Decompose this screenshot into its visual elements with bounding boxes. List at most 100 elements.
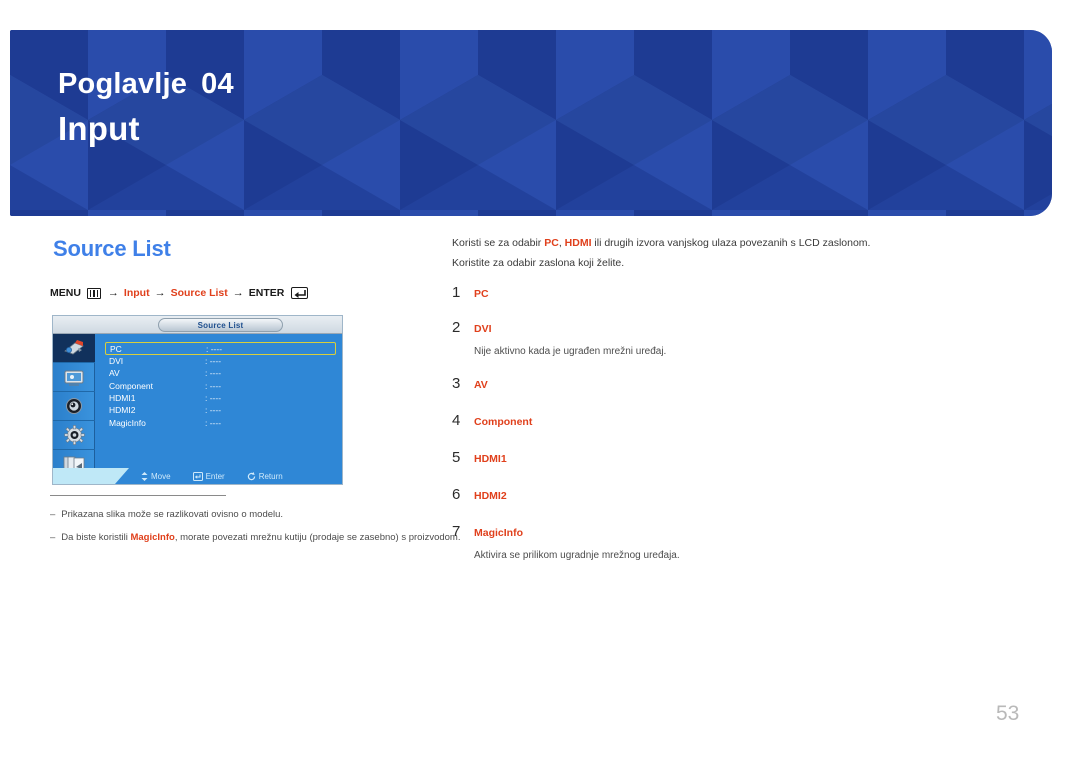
osd-hint-return: Return (247, 471, 283, 481)
osd-row-value: : ---- (205, 417, 222, 428)
input-source-icon (63, 339, 85, 357)
footnote-text: Prikazana slika može se razlikovati ovis… (61, 509, 284, 520)
list-item: 4 Component (452, 410, 1012, 433)
list-item: 7 MagicInfo (452, 521, 1012, 544)
osd-row-label: HDMI2 (109, 405, 136, 416)
footnote-text: Da biste koristili MagicInfo, morate pov… (61, 532, 460, 543)
list-item-description: Aktivira se prilikom ugradnje mrežnog ur… (474, 550, 680, 561)
list-item-number: 4 (452, 412, 461, 429)
osd-row[interactable]: HDMI2 : ---- (105, 404, 336, 416)
osd-title: Source List (158, 318, 283, 332)
osd-row-label: PC (110, 343, 122, 354)
osd-titlebar: Source List (53, 316, 342, 334)
osd-row[interactable]: HDMI1 : ---- (105, 392, 336, 404)
footnote-divider (50, 495, 226, 496)
list-item-label: MagicInfo (474, 527, 523, 539)
menu-bars-icon (86, 287, 101, 299)
list-item-number: 2 (452, 319, 461, 336)
osd-row-value: : ---- (205, 405, 222, 416)
intro-bold-hdmi: HDMI (564, 237, 592, 249)
footnote-dash: – (50, 532, 56, 543)
menu-path-step-source-list[interactable]: Source List (171, 287, 228, 299)
osd-hint-move: Move (141, 471, 171, 481)
list-item-number: 6 (452, 486, 461, 503)
chapter-title: Input (58, 110, 140, 147)
footnote-suffix: , morate povezati mrežnu kutiju (prodaje… (174, 532, 461, 543)
document-page: Poglavlje 04 Input Source List MENU → Inp… (0, 0, 1080, 763)
section-title: Source List (53, 236, 171, 261)
osd-sidebar-item-sound[interactable] (53, 392, 95, 421)
list-item-number: 7 (452, 523, 461, 540)
enter-key-icon (192, 471, 203, 481)
intro-text-1: Koristi se za odabir (452, 237, 545, 249)
list-item-number: 5 (452, 449, 461, 466)
list-item: 6 HDMI2 (452, 484, 1012, 507)
intro-line-1: Koristi se za odabir PC, HDMI ili drugih… (452, 233, 1012, 253)
osd-hint-enter-label: Enter (205, 471, 225, 481)
list-item: 5 HDMI1 (452, 447, 1012, 470)
footnote-item: – Da biste koristili MagicInfo, morate p… (50, 532, 460, 543)
intro-bold-pc: PC (544, 237, 559, 249)
osd-footer: Move Enter Return (53, 468, 342, 484)
osd-footer-hints: Move Enter Return (115, 468, 342, 484)
picture-icon (63, 369, 85, 386)
footnote-prefix: Da biste koristili (61, 532, 131, 543)
right-column: Koristi se za odabir PC, HDMI ili drugih… (452, 233, 1012, 565)
osd-row-value: : ---- (205, 380, 222, 391)
osd-row[interactable]: PC : ---- (105, 342, 336, 355)
osd-row-label: HDMI1 (109, 393, 136, 404)
osd-row-label: AV (109, 368, 120, 379)
chapter-number: 04 (201, 68, 234, 100)
page-number: 53 (996, 702, 1020, 725)
menu-label: MENU (50, 287, 81, 299)
chapter-label: Poglavlje (58, 68, 188, 100)
osd-sidebar-item-input[interactable] (53, 334, 95, 363)
path-arrow-3: → (232, 287, 244, 299)
enter-key-icon (291, 287, 309, 299)
list-item-label: PC (474, 288, 489, 300)
osd-row-label: Component (109, 380, 153, 391)
list-item-label: HDMI1 (474, 453, 507, 465)
osd-row[interactable]: MagicInfo : ---- (105, 416, 336, 428)
osd-hint-move-label: Move (151, 471, 171, 481)
osd-row-value: : ---- (205, 356, 222, 367)
osd-sidebar-item-picture[interactable] (53, 363, 95, 392)
osd-hint-enter: Enter (192, 471, 225, 481)
osd-source-list: PC : ---- DVI : ---- AV : ---- Component… (105, 342, 336, 429)
list-item-label: Component (474, 416, 533, 428)
osd-row-label: DVI (109, 356, 124, 367)
path-arrow-2: → (154, 287, 166, 299)
setup-gear-icon (63, 425, 85, 445)
sound-icon (64, 397, 84, 415)
list-item-number: 3 (452, 375, 461, 392)
intro-line-2: Koristite za odabir zaslona koji želite. (452, 257, 625, 269)
list-item-label: HDMI2 (474, 490, 507, 502)
footnote-bold-magicinfo: MagicInfo (130, 532, 175, 543)
osd-row[interactable]: AV : ---- (105, 367, 336, 379)
list-item: 2 DVI (452, 317, 1012, 340)
osd-sidebar-item-setup[interactable] (53, 421, 95, 450)
list-item-label: DVI (474, 323, 492, 335)
footnote-dash: – (50, 509, 56, 520)
list-item-number: 1 (452, 284, 461, 301)
osd-row-value: : ---- (205, 393, 222, 404)
move-arrows-icon (141, 471, 148, 481)
osd-screenshot: Source List PC: ---- DVI: ---- AV: --… (52, 315, 343, 485)
intro-text-3: ili drugih izvora vanjskog ulaza povezan… (591, 237, 871, 249)
osd-body: PC : ---- DVI : ---- AV : ---- Component… (53, 334, 342, 479)
return-arrow-icon (247, 471, 255, 480)
chapter-line: Poglavlje 04 (58, 68, 234, 101)
numbered-source-list: 1 PC 2 DVI Nije aktivno kada je ugrađen … (452, 282, 1012, 565)
enter-label: ENTER (248, 287, 285, 299)
list-item-description: Nije aktivno kada je ugrađen mrežni uređ… (474, 346, 667, 357)
osd-hint-return-label: Return (258, 471, 283, 481)
menu-path: MENU → Input → Source List → ENTER (50, 287, 309, 299)
list-item: 3 AV (452, 373, 1012, 396)
osd-row-value: : ---- (205, 368, 222, 379)
osd-row-value: : ---- (206, 343, 223, 354)
menu-path-step-input[interactable]: Input (124, 287, 150, 299)
banner-text-block: Poglavlje 04 Input (58, 68, 234, 148)
list-item: 1 PC (452, 282, 1012, 305)
osd-row[interactable]: Component : ---- (105, 380, 336, 392)
osd-row[interactable]: DVI : ---- (105, 355, 336, 367)
